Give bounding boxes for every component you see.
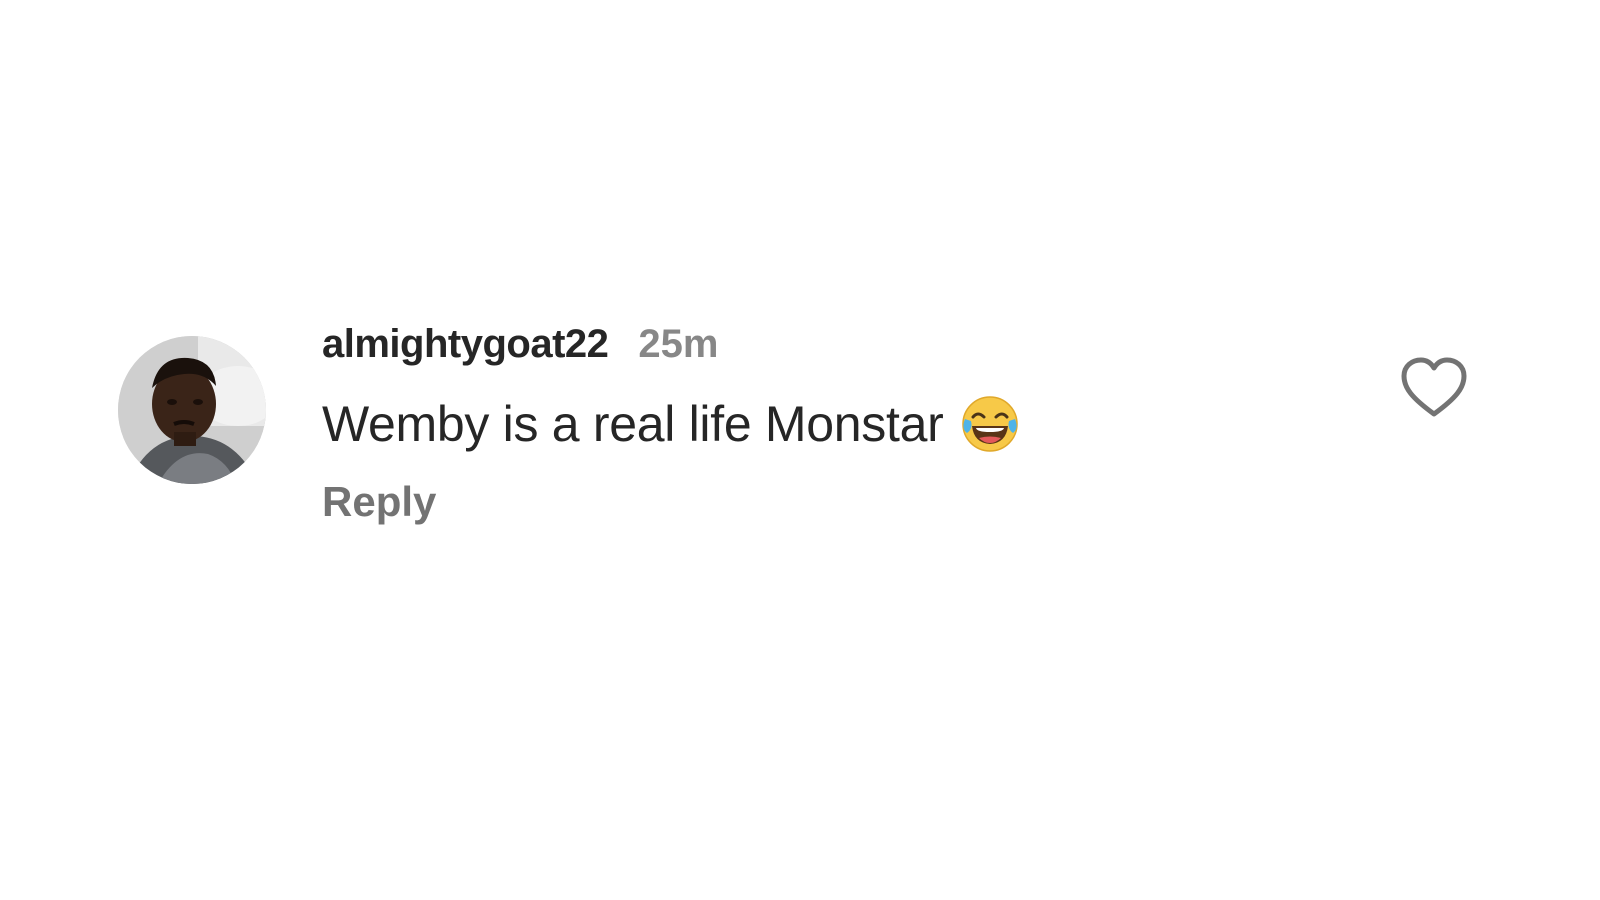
comment-body: almightygoat22 25m Wemby is a real life … <box>322 322 1322 526</box>
heart-outline-icon <box>1401 357 1467 417</box>
avatar[interactable] <box>118 336 266 484</box>
comment-item: almightygoat22 25m Wemby is a real life … <box>0 0 1600 900</box>
comment-text: Wemby is a real life Monstar <box>322 392 1322 456</box>
face-with-tears-of-joy-icon <box>959 393 1021 455</box>
comment-meta: almightygoat22 25m <box>322 322 1322 378</box>
like-button[interactable] <box>1400 356 1468 420</box>
avatar-photo <box>118 336 266 484</box>
comment-timestamp: 25m <box>638 322 719 366</box>
comment-screen: almightygoat22 25m Wemby is a real life … <box>0 0 1600 900</box>
comment-text-content: Wemby is a real life Monstar <box>322 396 944 452</box>
comment-username[interactable]: almightygoat22 <box>322 322 609 367</box>
reply-button[interactable]: Reply <box>322 478 436 526</box>
